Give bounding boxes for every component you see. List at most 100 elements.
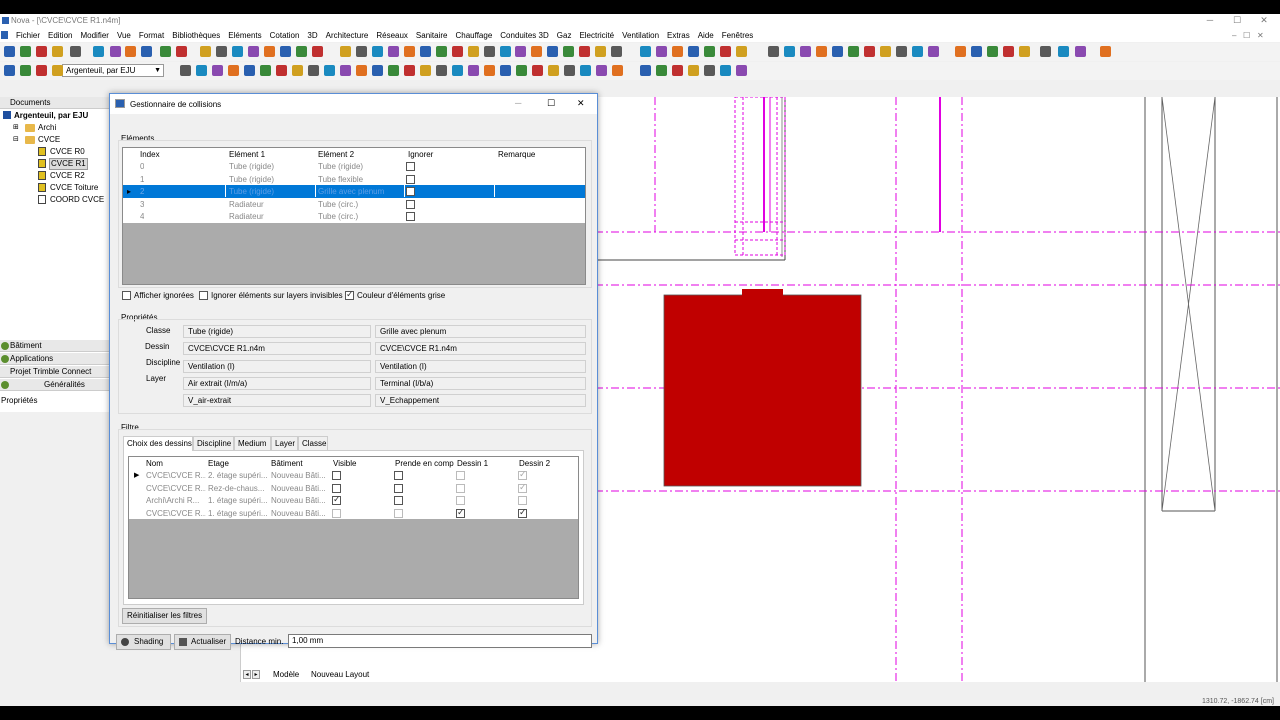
project-select[interactable]: Argenteuil, par EJU ▼: [62, 64, 164, 77]
col-visible[interactable]: Visible: [333, 459, 356, 468]
toolbar-tool-icon[interactable]: [388, 46, 399, 57]
toolbar-tool-icon[interactable]: [612, 65, 623, 76]
toolbar-tool-icon[interactable]: [672, 46, 683, 57]
panel-proprietes[interactable]: Propriétés: [1, 395, 37, 406]
dessin1-checkbox[interactable]: [456, 483, 465, 493]
tab-modele[interactable]: Modèle: [270, 670, 303, 679]
col-index[interactable]: Index: [140, 150, 160, 159]
col-prendre[interactable]: Prende en comp: [395, 459, 454, 468]
toolbar-tool-icon[interactable]: [580, 65, 591, 76]
toolbar-tool-icon[interactable]: [971, 46, 982, 57]
table-row[interactable]: ▶ CVCE\CVCE R... 2. étage supéri... Nouv…: [129, 469, 578, 482]
toolbar-tool-icon[interactable]: [611, 46, 622, 57]
toolbar-tool-icon[interactable]: [228, 65, 239, 76]
panel-trimble-connect[interactable]: Projet Trimble Connect: [0, 366, 110, 378]
menu-ventilation[interactable]: Ventilation: [618, 31, 663, 40]
col-nom[interactable]: Nom: [146, 459, 163, 468]
toolbar-tool-icon[interactable]: [356, 46, 367, 57]
menu-extras[interactable]: Extras: [663, 31, 694, 40]
toolbar-tool-icon[interactable]: [280, 46, 291, 57]
menu-vue[interactable]: Vue: [113, 31, 135, 40]
toolbar-tool-icon[interactable]: [736, 46, 747, 57]
toolbar-tool-icon[interactable]: [720, 65, 731, 76]
toolbar-tool-icon[interactable]: [563, 46, 574, 57]
toolbar-tool-icon[interactable]: [232, 46, 243, 57]
dessin1-checkbox[interactable]: [456, 507, 465, 518]
table-row[interactable]: 1 Tube (rigide) Tube flexible: [123, 172, 585, 185]
toolbar-tool-icon[interactable]: [784, 46, 795, 57]
toolbar-tool-icon[interactable]: [500, 46, 511, 57]
shading-button[interactable]: Shading: [116, 634, 171, 650]
documents-header[interactable]: Documents: [0, 97, 110, 109]
toolbar-tool-icon[interactable]: [656, 46, 667, 57]
menu-electricite[interactable]: Electricité: [575, 31, 618, 40]
toolbar-tool-icon[interactable]: [880, 46, 891, 57]
tree-file-cvce-r2[interactable]: CVCE R2: [50, 170, 85, 181]
dialog-maximize-button[interactable]: ☐: [547, 98, 555, 109]
toolbar-tool-icon[interactable]: [4, 65, 15, 76]
toolbar-tool-icon[interactable]: [276, 65, 287, 76]
toolbar-tool-icon[interactable]: [688, 46, 699, 57]
dessin2-checkbox[interactable]: [518, 496, 527, 505]
menu-bibliotheques[interactable]: Bibliothèques: [168, 31, 224, 40]
toolbar-tool-icon[interactable]: [672, 65, 683, 76]
toolbar-tool-icon[interactable]: [436, 46, 447, 57]
toolbar-tool-icon[interactable]: [452, 65, 463, 76]
tree-root[interactable]: Argenteuil, par EJU: [14, 110, 88, 121]
toolbar-tool-icon[interactable]: [356, 65, 367, 76]
minimize-button[interactable]: ─: [1200, 15, 1220, 25]
toolbar-tool-icon[interactable]: [196, 65, 207, 76]
toolbar-tool-icon[interactable]: [1058, 46, 1069, 57]
table-row[interactable]: CVCE\CVCE R... 1. étage supéri... Nouvea…: [129, 506, 578, 519]
menu-reseaux[interactable]: Réseaux: [372, 31, 412, 40]
col-remarque[interactable]: Remarque: [498, 150, 535, 159]
toolbar-tool-icon[interactable]: [531, 46, 542, 57]
toolbar-tool-icon[interactable]: [372, 65, 383, 76]
toolbar-tool-icon[interactable]: [736, 65, 747, 76]
mdi-controls[interactable]: – ☐ ✕: [1232, 31, 1264, 40]
toolbar-tool-icon[interactable]: [200, 46, 211, 57]
toolbar-tool-icon[interactable]: [928, 46, 939, 57]
toolbar-tool-icon[interactable]: [864, 46, 875, 57]
collapse-icon[interactable]: ⊟: [13, 135, 19, 143]
visible-checkbox[interactable]: [332, 483, 341, 493]
toolbar-tool-icon[interactable]: [52, 65, 63, 76]
table-row[interactable]: 0 Tube (rigide) Tube (rigide): [123, 160, 585, 173]
table-row[interactable]: 4 Radiateur Tube (circ.): [123, 210, 585, 223]
toolbar-tool-icon[interactable]: [1040, 46, 1051, 57]
tree-folder-cvce[interactable]: CVCE: [38, 134, 60, 145]
toolbar-tool-icon[interactable]: [420, 46, 431, 57]
toolbar-tool-icon[interactable]: [596, 65, 607, 76]
toolbar-tool-icon[interactable]: [468, 65, 479, 76]
toolbar-tool-icon[interactable]: [180, 65, 191, 76]
update-button[interactable]: Actualiser: [174, 634, 231, 650]
toolbar-tool-icon[interactable]: [372, 46, 383, 57]
toolbar-tool-icon[interactable]: [720, 46, 731, 57]
toolbar-tool-icon[interactable]: [388, 65, 399, 76]
tree-file-cvce-toiture[interactable]: CVCE Toiture: [50, 182, 98, 193]
toolbar-tool-icon[interactable]: [264, 46, 275, 57]
prendre-checkbox[interactable]: [394, 471, 403, 480]
ignore-checkbox[interactable]: [406, 162, 415, 171]
grey-color-checkbox[interactable]: [345, 289, 354, 300]
toolbar-tool-icon[interactable]: [640, 65, 651, 76]
drawings-grid[interactable]: Nom Etage Bâtiment Visible Prende en com…: [128, 456, 579, 599]
tab-scroll-left[interactable]: ◂: [243, 670, 251, 679]
col-element1[interactable]: Elément 1: [229, 150, 265, 159]
col-batiment[interactable]: Bâtiment: [271, 459, 303, 468]
menu-cotation[interactable]: Cotation: [266, 31, 304, 40]
toolbar-tool-icon[interactable]: [532, 65, 543, 76]
visible-checkbox[interactable]: [332, 471, 341, 480]
expand-icon[interactable]: ⊞: [13, 123, 19, 131]
tab-nouveau-layout[interactable]: Nouveau Layout: [308, 670, 372, 679]
toolbar-tool-icon[interactable]: [20, 46, 31, 57]
toolbar-tool-icon[interactable]: [548, 65, 559, 76]
table-row[interactable]: CVCE\CVCE R... Rez-de-chaus... Nouveau B…: [129, 481, 578, 494]
ignore-checkbox[interactable]: [406, 174, 415, 184]
toolbar-tool-icon[interactable]: [260, 65, 271, 76]
dessin1-checkbox[interactable]: [456, 496, 465, 505]
toolbar-tool-icon[interactable]: [484, 65, 495, 76]
menu-fenetres[interactable]: Fenêtres: [718, 31, 758, 40]
distance-input[interactable]: 1,00 mm: [288, 634, 592, 648]
tab-choix-dessins[interactable]: Choix des dessins: [123, 436, 193, 451]
